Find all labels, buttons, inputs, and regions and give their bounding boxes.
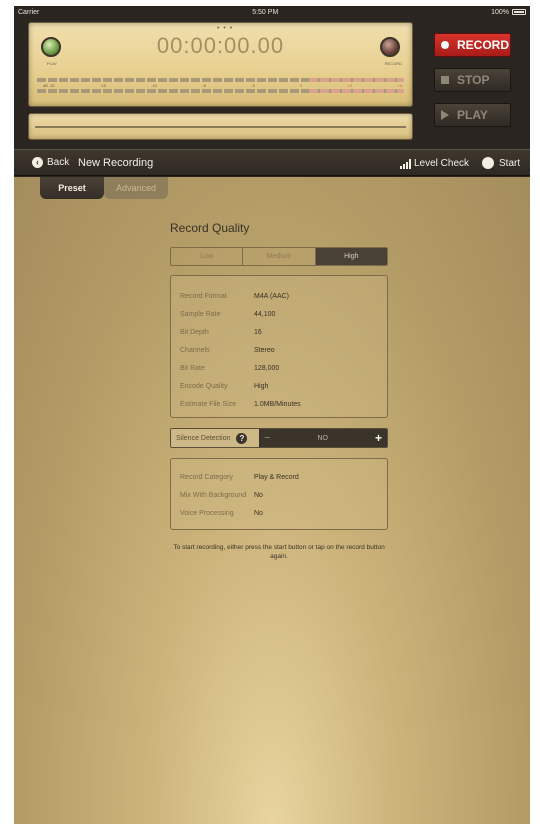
play-button-label: PLAY xyxy=(457,108,488,122)
detail-row: Encode Quality High xyxy=(180,382,269,390)
recording-hint-text: To start recording, either press the sta… xyxy=(173,544,385,561)
record-quality-title: Record Quality xyxy=(170,221,250,235)
level-check-button[interactable]: Level Check xyxy=(400,158,469,169)
status-bar: Carrier 5:50 PM 100% xyxy=(14,6,530,18)
level-meter-panel: • • • 00:00:00.00 PLAY RECORD dB -20 -15… xyxy=(28,22,413,107)
settings-content: Preset Advanced Record Quality Low Mediu… xyxy=(14,177,530,824)
category-row[interactable]: Record Category Play & Record xyxy=(171,468,387,486)
status-time: 5:50 PM xyxy=(252,8,279,16)
record-button[interactable]: RECORD xyxy=(434,33,511,57)
vu-bar-right xyxy=(37,89,404,93)
detail-row: Bit Rate 128,000 xyxy=(180,364,280,372)
mode-tabs: Preset Advanced xyxy=(40,177,168,199)
stop-button-label: STOP xyxy=(457,73,490,87)
start-button[interactable]: Start xyxy=(482,157,520,169)
device-frame: Carrier 5:50 PM 100% • • • 00:00:00.00 P… xyxy=(14,6,530,824)
battery-percent: 100% xyxy=(491,8,509,16)
detail-row: Estimate File Size 1.0MB/Minutes xyxy=(180,400,301,408)
help-question-icon[interactable]: ? xyxy=(236,432,248,444)
vu-scale: dB -20 -15 -10 -6 -3 0 +2 +3 xyxy=(43,83,402,88)
signal-bars-icon xyxy=(400,159,411,169)
detail-row: Sample Rate 44,100 xyxy=(180,310,276,318)
silence-detection-control: Silence Detection ? − NO + xyxy=(170,428,388,448)
waveform-strip[interactable] xyxy=(28,113,413,140)
quality-segmented-control: Low Medium High xyxy=(170,247,388,266)
play-triangle-icon xyxy=(441,110,449,120)
stop-button[interactable]: STOP xyxy=(434,68,511,92)
record-dot-icon xyxy=(441,41,449,49)
page-title: New Recording xyxy=(78,157,154,169)
record-lamp-icon xyxy=(380,37,400,57)
tab-preset[interactable]: Preset xyxy=(40,177,104,199)
detail-row: Record Format M4A (AAC) xyxy=(180,292,290,300)
record-button-label: RECORD xyxy=(457,38,510,52)
page-dots: • • • xyxy=(217,25,234,32)
tab-advanced[interactable]: Advanced xyxy=(104,177,168,199)
record-lamp-label: RECORD xyxy=(384,61,402,66)
decrement-button[interactable]: − xyxy=(264,432,270,444)
play-lamp-label: PLAY xyxy=(47,61,57,66)
play-button[interactable]: PLAY xyxy=(434,103,511,127)
level-check-label: Level Check xyxy=(414,158,470,169)
category-row[interactable]: Mix With Background No xyxy=(171,486,387,504)
navigation-bar: ‹ Back New Recording Level Check Start xyxy=(14,149,530,176)
back-button[interactable]: ‹ Back xyxy=(32,157,69,168)
silence-detection-label: Silence Detection xyxy=(176,434,231,442)
category-row[interactable]: Voice Processing No xyxy=(171,504,387,522)
battery-icon xyxy=(512,9,526,15)
format-details-panel: Record Format M4A (AAC) Sample Rate 44,100… xyxy=(170,275,388,418)
stop-square-icon xyxy=(441,76,449,84)
category-panel: Record Category Play & Record Mix With Ba… xyxy=(170,458,388,530)
silence-detection-value: NO xyxy=(317,434,328,442)
elapsed-timer: 00:00:00.00 xyxy=(156,33,285,58)
waveform-line xyxy=(35,126,406,128)
detail-row: Bit Depth 16 xyxy=(180,328,262,336)
silence-detection-stepper: − NO + xyxy=(259,429,387,447)
quality-option-medium[interactable]: Medium xyxy=(243,248,316,265)
back-label: Back xyxy=(47,157,70,168)
play-lamp-icon xyxy=(41,37,61,57)
vu-bar-left xyxy=(37,78,404,82)
carrier-label: Carrier xyxy=(18,8,40,16)
back-arrow-icon: ‹ xyxy=(32,157,43,168)
start-circle-icon xyxy=(482,157,494,169)
quality-option-low[interactable]: Low xyxy=(171,248,244,265)
start-label: Start xyxy=(499,157,521,169)
silence-detection-label-box: Silence Detection ? xyxy=(171,429,259,447)
quality-option-high[interactable]: High xyxy=(315,248,387,265)
increment-button[interactable]: + xyxy=(375,431,382,445)
detail-row: Channels Stereo xyxy=(180,346,275,354)
